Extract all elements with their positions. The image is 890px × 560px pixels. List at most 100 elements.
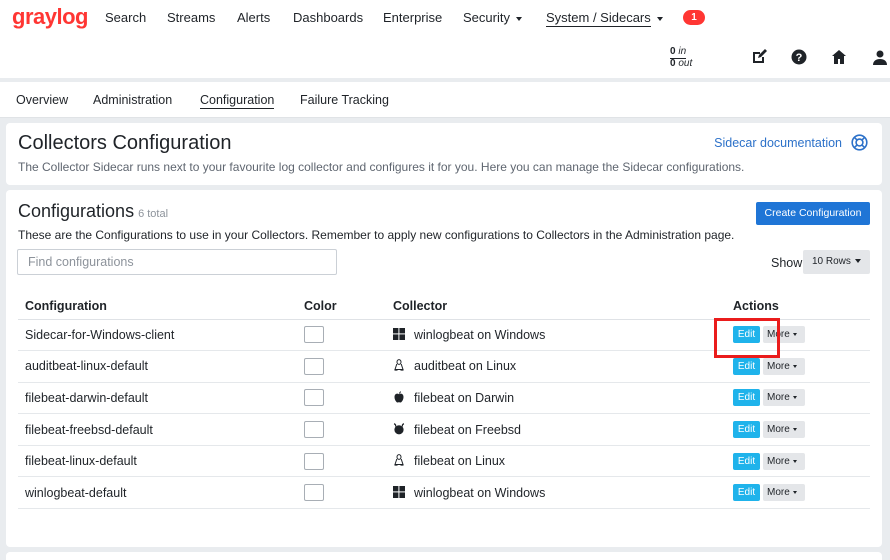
more-button-label: More: [767, 392, 790, 404]
column-header-collector[interactable]: Collector: [386, 293, 726, 320]
more-button[interactable]: More: [763, 357, 805, 375]
configuration-name: filebeat-linux-default: [18, 445, 297, 478]
collector-label: winlogbeat on Windows: [414, 327, 546, 342]
configurations-description: These are the Configurations to use in y…: [18, 228, 735, 242]
table-row: filebeat-darwin-default filebeat on Darwi…: [18, 382, 870, 415]
show-label: Show: [771, 256, 803, 270]
nav-system-label: System / Sidecars: [546, 10, 651, 27]
color-swatch[interactable]: [304, 421, 324, 439]
footer-panel: [6, 552, 882, 560]
configurations-panel: Configurations 6 total These are the Conf…: [6, 190, 882, 547]
apple-icon: [393, 391, 405, 403]
column-header-color[interactable]: Color: [297, 293, 386, 320]
edit-button[interactable]: Edit: [733, 452, 760, 470]
page-description: The Collector Sidecar runs next to your …: [18, 160, 745, 174]
configurations-table-body: Sidecar-for-Windows-client winlogbeat on …: [18, 319, 870, 510]
collector-cell: filebeat on Freebsd: [386, 413, 726, 446]
color-swatch[interactable]: [304, 484, 324, 502]
chevron-down-icon: [792, 459, 797, 463]
edit-button[interactable]: Edit: [733, 326, 760, 344]
notification-badge[interactable]: 1: [683, 10, 705, 25]
more-button-label: More: [767, 329, 790, 341]
more-button-label: More: [767, 424, 790, 436]
rows-per-page-value: 10 Rows: [812, 256, 851, 267]
table-header-row: Configuration Color Collector Actions: [18, 293, 870, 320]
nav-dashboards[interactable]: Dashboards: [293, 10, 363, 25]
sidecar-documentation-link[interactable]: Sidecar documentation: [714, 136, 842, 150]
configuration-name: filebeat-darwin-default: [18, 382, 297, 415]
collector-label: filebeat on Linux: [414, 454, 506, 469]
graylog-logo[interactable]: graylog: [12, 4, 88, 30]
subnav-overview[interactable]: Overview: [16, 93, 68, 107]
create-configuration-button[interactable]: Create Configuration: [756, 202, 870, 225]
nav-search[interactable]: Search: [105, 10, 146, 25]
collector-cell: filebeat on Linux: [386, 445, 726, 478]
chevron-down-icon: [792, 491, 797, 495]
throughput-in-value: 0: [670, 46, 676, 57]
configurations-table: Configuration Color Collector Actions Si…: [18, 293, 870, 510]
home-icon[interactable]: [830, 48, 848, 66]
edit-button[interactable]: Edit: [733, 484, 760, 502]
chevron-down-icon: [792, 427, 797, 431]
edit-button[interactable]: Edit: [733, 357, 760, 375]
nav-alerts[interactable]: Alerts: [237, 10, 270, 25]
more-button-label: More: [767, 455, 790, 467]
more-button-label: More: [767, 360, 790, 372]
svg-text:?: ?: [796, 52, 803, 64]
nav-security[interactable]: Security: [463, 10, 522, 25]
collector-label: auditbeat on Linux: [414, 359, 517, 374]
lifebuoy-icon[interactable]: [851, 134, 868, 154]
column-header-actions: Actions: [726, 293, 870, 320]
configuration-name: auditbeat-linux-default: [18, 350, 297, 383]
actions-cell: Edit More: [726, 350, 870, 383]
actions-cell: Edit More: [726, 319, 870, 352]
chevron-down-icon: [792, 333, 797, 337]
actions-cell: Edit More: [726, 382, 870, 415]
subnav-configuration[interactable]: Configuration: [200, 93, 275, 109]
throughput-out-value: 0: [670, 58, 676, 69]
actions-cell: Edit More: [726, 476, 870, 510]
color-cell: [297, 445, 386, 478]
nav-system[interactable]: System / Sidecars: [546, 10, 663, 27]
collector-cell: filebeat on Darwin: [386, 382, 726, 415]
collectors-header-panel: Collectors Configuration The Collector S…: [6, 123, 882, 185]
color-swatch[interactable]: [304, 357, 324, 375]
edit-button[interactable]: Edit: [733, 421, 760, 439]
nav-streams[interactable]: Streams: [167, 10, 215, 25]
color-cell: [297, 350, 386, 383]
color-cell: [297, 413, 386, 446]
color-cell: [297, 476, 386, 510]
more-button[interactable]: More: [763, 389, 805, 407]
nav-enterprise[interactable]: Enterprise: [383, 10, 442, 25]
throughput-indicator[interactable]: 0 in 0 out: [670, 47, 692, 69]
more-button[interactable]: More: [763, 484, 805, 502]
collector-label: filebeat on Darwin: [414, 390, 515, 405]
linux-icon: [393, 454, 405, 466]
chevron-down-icon: [792, 364, 797, 368]
windows-icon: [393, 327, 405, 340]
color-swatch[interactable]: [304, 452, 324, 470]
throughput-in-label: in: [678, 46, 687, 57]
edit-button[interactable]: Edit: [733, 389, 760, 407]
column-header-configuration[interactable]: Configuration: [18, 293, 297, 320]
find-configurations-input[interactable]: [17, 249, 337, 275]
more-button[interactable]: More: [763, 421, 805, 439]
configurations-count: 6 total: [138, 208, 169, 220]
color-swatch[interactable]: [304, 389, 324, 407]
user-icon[interactable]: [871, 48, 889, 66]
table-row: filebeat-freebsd-default filebeat on Free…: [18, 413, 870, 446]
subnav-administration[interactable]: Administration: [93, 93, 172, 107]
windows-icon: [393, 485, 405, 498]
page-title: Collectors Configuration: [18, 132, 232, 154]
rows-per-page-select[interactable]: 10 Rows: [803, 250, 870, 274]
more-button[interactable]: More: [763, 452, 805, 470]
help-icon[interactable]: ?: [790, 48, 808, 66]
more-button[interactable]: More: [763, 326, 805, 344]
actions-cell: Edit More: [726, 413, 870, 446]
subnav-failure-tracking[interactable]: Failure Tracking: [300, 93, 389, 107]
edit-icon[interactable]: [750, 48, 768, 66]
table-row: filebeat-linux-default filebeat on Linux E…: [18, 445, 870, 478]
configuration-name: filebeat-freebsd-default: [18, 413, 297, 446]
color-swatch[interactable]: [304, 326, 324, 344]
chevron-down-icon: [854, 259, 861, 264]
